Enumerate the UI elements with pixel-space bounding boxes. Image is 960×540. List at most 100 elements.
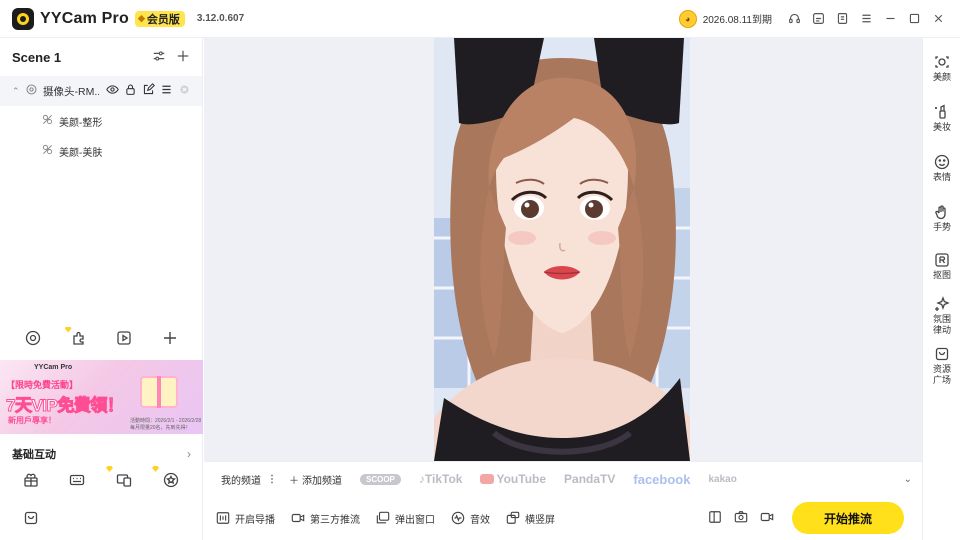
popup-window-label: 弹出窗口 bbox=[395, 514, 435, 526]
guide-stream-button[interactable]: 开启导播 bbox=[216, 511, 275, 526]
list-item[interactable]: 美颜-美肤 bbox=[0, 136, 202, 166]
camera-preview[interactable] bbox=[434, 38, 690, 461]
rail-item-resources[interactable]: 资源广场 bbox=[923, 346, 960, 386]
close-icon[interactable] bbox=[926, 7, 950, 31]
chevron-right-icon[interactable]: › bbox=[187, 447, 191, 461]
add-plus-icon[interactable] bbox=[162, 330, 178, 349]
add-channel-button[interactable]: ＋ 添加频道 bbox=[289, 472, 342, 487]
rail-item-label: 表情 bbox=[932, 172, 951, 182]
shopping-bag-icon[interactable] bbox=[23, 510, 43, 530]
vip-badge-label: 会员版 bbox=[146, 13, 180, 26]
list-item-label: 美颜-美肤 bbox=[59, 147, 103, 159]
menu-icon[interactable] bbox=[854, 7, 878, 31]
banner-limit-line: 每月限量20名，先到先得！ bbox=[130, 425, 191, 431]
membership-expiry: 2026.08.11到期 bbox=[702, 15, 772, 26]
list-item[interactable]: 美颜-整形 bbox=[0, 106, 202, 136]
scene-settings-sliders-icon[interactable] bbox=[152, 49, 166, 66]
waveform-icon bbox=[451, 511, 465, 525]
snapshot-camera-icon[interactable] bbox=[734, 510, 748, 527]
basic-interaction-title: 基础互动 bbox=[12, 449, 56, 461]
camera-add-icon[interactable] bbox=[25, 330, 41, 349]
camera-source-row[interactable]: ⌃ 摄像头-RM... bbox=[0, 76, 202, 106]
popup-window-button[interactable]: 弹出窗口 bbox=[376, 511, 435, 526]
app-logo-icon bbox=[12, 7, 34, 30]
scene-tools bbox=[0, 323, 203, 355]
platform-tiktok[interactable]: ♪TikTok bbox=[419, 472, 463, 486]
bottom-control-bar: 我的频道 ⋮ ＋ 添加频道 SCOOP ♪TikTok YouTube Pand… bbox=[204, 461, 922, 540]
collapse-chevron-icon[interactable]: ⌃ bbox=[12, 86, 20, 97]
split-layout-icon[interactable] bbox=[708, 510, 722, 527]
scene-panel: Scene 1 ⌃ 摄像头-RM... 美颜-整形 美颜-美肤 YYCam Pr… bbox=[0, 38, 203, 540]
add-source-plus-icon[interactable] bbox=[176, 49, 190, 66]
keyboard-icon[interactable] bbox=[69, 472, 89, 492]
action-bar: 开启导播 第三方推流 弹出窗口 音效 横竖屏 开始推流 bbox=[204, 496, 922, 540]
list-menu-icon[interactable] bbox=[160, 83, 173, 99]
scene-title: Scene 1 bbox=[12, 49, 62, 65]
feedback-icon[interactable] bbox=[806, 7, 830, 31]
platform-pandatv[interactable]: PandaTV bbox=[564, 472, 615, 486]
platform-tiktok-label: TikTok bbox=[424, 472, 463, 486]
support-headset-icon[interactable] bbox=[782, 7, 806, 31]
basic-interaction-header[interactable]: 基础互动 › bbox=[0, 442, 203, 466]
notes-icon[interactable] bbox=[830, 7, 854, 31]
beauty-link-icon bbox=[42, 144, 53, 158]
user-avatar[interactable]: ◕ bbox=[678, 9, 697, 28]
camera-source-icon bbox=[25, 83, 38, 99]
list-item-label: 美颜-整形 bbox=[59, 117, 103, 129]
promo-banner[interactable]: YYCam Pro 【限時免費活動】 7天VIP免費領！ 新用戶專享！ 活動時間… bbox=[0, 360, 203, 434]
channel-bar: 我的频道 ⋮ ＋ 添加频道 SCOOP ♪TikTok YouTube Pand… bbox=[204, 462, 922, 496]
app-version: 3.12.0.607 bbox=[196, 13, 245, 24]
orientation-button[interactable]: 横竖屏 bbox=[506, 511, 555, 526]
rail-item-label: 资源广场 bbox=[932, 364, 951, 385]
title-bar: YYCam Pro ◆ 会员版 3.12.0.607 ◕ 2026.08.11到… bbox=[0, 0, 960, 38]
my-channel-label[interactable]: 我的频道 bbox=[221, 472, 261, 487]
visibility-eye-icon[interactable] bbox=[106, 83, 119, 99]
add-channel-label: 添加频道 bbox=[302, 475, 342, 487]
lock-icon[interactable] bbox=[124, 83, 137, 99]
beauty-link-icon bbox=[42, 114, 53, 128]
rail-item-gesture[interactable]: 手势 bbox=[923, 204, 960, 233]
rail-item-beauty[interactable]: 美颜 bbox=[923, 54, 960, 83]
rail-item-label: 手势 bbox=[932, 222, 951, 232]
banner-event-title: 【限時免費活動】 bbox=[6, 380, 79, 390]
gift-box-icon bbox=[140, 376, 178, 408]
platform-facebook[interactable]: facebook bbox=[633, 472, 690, 487]
vip-diamond-icon bbox=[152, 466, 159, 472]
start-stream-button[interactable]: 开始推流 bbox=[792, 502, 904, 534]
beauty-camera-icon bbox=[935, 56, 949, 68]
banner-subline: 新用戶專享！ bbox=[8, 416, 56, 425]
vip-diamond-icon bbox=[106, 466, 113, 472]
record-video-icon[interactable] bbox=[760, 510, 774, 527]
vip-badge[interactable]: ◆ 会员版 bbox=[134, 10, 185, 27]
chevron-down-icon[interactable]: ⌄ bbox=[904, 474, 912, 485]
more-vertical-icon[interactable]: ⋮ bbox=[267, 474, 277, 485]
platform-scoop[interactable]: SCOOP bbox=[360, 473, 401, 485]
widget-puzzle-icon[interactable] bbox=[64, 326, 87, 349]
screen-devices-icon[interactable] bbox=[116, 472, 136, 492]
edit-icon[interactable] bbox=[142, 83, 155, 99]
orientation-icon bbox=[506, 511, 520, 524]
smiley-icon bbox=[934, 154, 950, 170]
third-party-stream-label: 第三方推流 bbox=[310, 514, 360, 526]
video-file-icon[interactable] bbox=[116, 330, 132, 349]
hand-gesture-icon bbox=[935, 205, 946, 220]
rail-item-atmosphere[interactable]: 氛围律动 bbox=[923, 296, 960, 336]
diamond-icon: ◆ bbox=[137, 13, 145, 23]
platform-kakao[interactable]: kakao bbox=[708, 474, 736, 485]
rail-item-makeup[interactable]: 美妆 bbox=[923, 104, 960, 133]
rail-item-expression[interactable]: 表情 bbox=[923, 154, 960, 183]
maximize-icon[interactable] bbox=[902, 7, 926, 31]
guide-stream-label: 开启导播 bbox=[235, 514, 275, 526]
shopping-bag-icon bbox=[935, 347, 949, 361]
remove-source-icon[interactable] bbox=[178, 83, 191, 99]
rail-item-cutout[interactable]: 抠图 bbox=[923, 252, 960, 281]
third-party-stream-button[interactable]: 第三方推流 bbox=[291, 511, 360, 526]
gift-icon[interactable] bbox=[23, 472, 43, 492]
star-badge-icon[interactable] bbox=[163, 472, 183, 492]
avatar-preview-image bbox=[434, 38, 690, 461]
platform-youtube[interactable]: YouTube bbox=[480, 472, 546, 486]
sound-effect-button[interactable]: 音效 bbox=[451, 511, 490, 526]
feature-rail: 美颜 美妆 表情 手势 抠图 氛围律动 资源广场 bbox=[922, 38, 960, 540]
minimize-icon[interactable] bbox=[878, 7, 902, 31]
banner-brand: YYCam Pro bbox=[34, 364, 73, 371]
